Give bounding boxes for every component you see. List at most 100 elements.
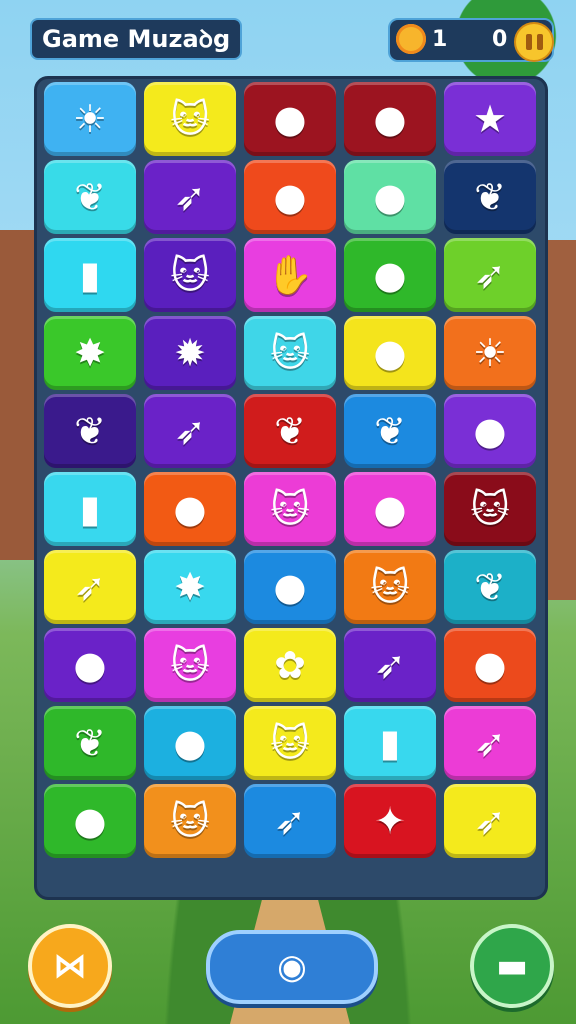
tile-r9-c4[interactable]: ▮ xyxy=(344,706,436,780)
game-title: Game Muzaꝺg xyxy=(30,18,243,60)
tile-r2-c4[interactable]: ● xyxy=(344,160,436,234)
tile-r4-c2[interactable]: ✹ xyxy=(144,316,236,390)
tile-r1-c2[interactable]: 🐱 xyxy=(144,82,236,156)
map-button[interactable]: ⋈ xyxy=(28,924,112,1008)
tile-r7-c2[interactable]: ✸ xyxy=(144,550,236,624)
tile-r8-c5[interactable]: ● xyxy=(444,628,536,702)
refresh-button[interactable]: ◉ xyxy=(206,930,378,1004)
tile-r9-c3[interactable]: 🐱 xyxy=(244,706,336,780)
berry-bird-icon: ● xyxy=(73,799,107,843)
tile-r8-c4[interactable]: ➶ xyxy=(344,628,436,702)
cat-face-icon: 🐱 xyxy=(170,643,210,687)
tile-r8-c2[interactable]: 🐱 xyxy=(144,628,236,702)
berry-stick-icon: ● xyxy=(473,409,507,453)
refresh-icon: ◉ xyxy=(277,947,307,987)
chat-icon: ▬ xyxy=(495,946,529,986)
leaf-stick-icon: ➶ xyxy=(474,253,506,297)
puffer-fish-icon: ✹ xyxy=(174,331,206,375)
tile-r1-c5[interactable]: ★ xyxy=(444,82,536,156)
cat-face-icon: 🐱 xyxy=(270,331,310,375)
leaf-icon: ❦ xyxy=(74,409,106,453)
leaf-icon: ❦ xyxy=(474,565,506,609)
cat-blob-icon: ● xyxy=(173,487,207,531)
chick-icon: ● xyxy=(273,565,307,609)
cat-face-icon: 🐱 xyxy=(470,487,510,531)
pause-icon xyxy=(525,34,532,50)
shell-icon: ❦ xyxy=(374,409,406,453)
tile-r5-c4[interactable]: ❦ xyxy=(344,394,436,468)
tile-r7-c3[interactable]: ● xyxy=(244,550,336,624)
blob-icon: ● xyxy=(473,643,507,687)
pig-face-icon: ● xyxy=(273,175,307,219)
cat-face-icon: 🐱 xyxy=(370,565,410,609)
fish-icon: ➶ xyxy=(474,799,506,843)
sun-creature-icon: ☀ xyxy=(72,97,108,141)
tile-r7-c1[interactable]: ➶ xyxy=(44,550,136,624)
tile-r3-c1[interactable]: ▮ xyxy=(44,238,136,312)
tile-r5-c1[interactable]: ❦ xyxy=(44,394,136,468)
tile-r4-c3[interactable]: 🐱 xyxy=(244,316,336,390)
flame-leaf-icon: ❦ xyxy=(474,175,506,219)
tile-r2-c1[interactable]: ❦ xyxy=(44,160,136,234)
tile-r7-c5[interactable]: ❦ xyxy=(444,550,536,624)
shell-icon: ✦ xyxy=(374,799,406,843)
tile-r5-c3[interactable]: ❦ xyxy=(244,394,336,468)
tile-r10-c1[interactable]: ● xyxy=(44,784,136,858)
tile-r1-c4[interactable]: ● xyxy=(344,82,436,156)
tile-r2-c5[interactable]: ❦ xyxy=(444,160,536,234)
tile-r6-c5[interactable]: 🐱 xyxy=(444,472,536,546)
tile-r5-c2[interactable]: ➶ xyxy=(144,394,236,468)
cat-blob-icon: ● xyxy=(73,643,107,687)
score-bar: 1 0 xyxy=(388,18,554,62)
tile-r4-c4[interactable]: ● xyxy=(344,316,436,390)
berry-stick-icon: ● xyxy=(373,253,407,297)
hand-icon: ✋ xyxy=(266,253,314,297)
berry-fish-icon: ● xyxy=(373,487,407,531)
tile-r9-c1[interactable]: ❦ xyxy=(44,706,136,780)
bird-face-icon: ● xyxy=(273,97,307,141)
tile-r5-c5[interactable]: ● xyxy=(444,394,536,468)
tile-r3-c4[interactable]: ● xyxy=(344,238,436,312)
tile-r4-c1[interactable]: ✸ xyxy=(44,316,136,390)
bottle-icon: ▮ xyxy=(379,721,401,765)
splat-icon: ✸ xyxy=(74,331,106,375)
tile-r10-c5[interactable]: ➶ xyxy=(444,784,536,858)
fish-icon: ● xyxy=(373,175,407,219)
tile-r6-c4[interactable]: ● xyxy=(344,472,436,546)
tile-r2-c3[interactable]: ● xyxy=(244,160,336,234)
tile-r8-c3[interactable]: ✿ xyxy=(244,628,336,702)
tile-r2-c2[interactable]: ➶ xyxy=(144,160,236,234)
map-icon: ⋈ xyxy=(53,946,87,986)
cat-face-icon: 🐱 xyxy=(170,799,210,843)
fish-face-icon: ● xyxy=(373,97,407,141)
tile-r6-c1[interactable]: ▮ xyxy=(44,472,136,546)
orange-arrow-icon: ➶ xyxy=(274,799,306,843)
score-secondary: 0 xyxy=(492,27,508,52)
star-flower-icon: ✸ xyxy=(174,565,206,609)
tile-r4-c5[interactable]: ☀ xyxy=(444,316,536,390)
leaf-icon: ❦ xyxy=(74,175,106,219)
tile-r10-c3[interactable]: ➶ xyxy=(244,784,336,858)
tile-r9-c2[interactable]: ● xyxy=(144,706,236,780)
chat-button[interactable]: ▬ xyxy=(470,924,554,1008)
game-board: ☀ 🐱 ● ● ★ ❦ ➶ ● ● ❦ ▮ 🐱 ✋ ● ➶ ✸ ✹ 🐱 ● ☀ ❦ ➶ ❦ ❦ ● ▮ ● 🐱 ● 🐱 ➶ ✸ ● 🐱 ❦ ● 🐱 ✿ ➶ ●… xyxy=(34,76,548,900)
cat-face-icon: 🐱 xyxy=(170,253,210,297)
tile-r10-c2[interactable]: 🐱 xyxy=(144,784,236,858)
tile-r3-c5[interactable]: ➶ xyxy=(444,238,536,312)
tile-r1-c3[interactable]: ● xyxy=(244,82,336,156)
pause-button[interactable] xyxy=(514,22,554,62)
arrow-icon: ➶ xyxy=(374,643,406,687)
flower-arrow-icon: ✿ xyxy=(274,643,306,687)
tile-r6-c2[interactable]: ● xyxy=(144,472,236,546)
tile-r3-c3[interactable]: ✋ xyxy=(244,238,336,312)
tile-r9-c5[interactable]: ➶ xyxy=(444,706,536,780)
tile-r1-c1[interactable]: ☀ xyxy=(44,82,136,156)
tile-r3-c2[interactable]: 🐱 xyxy=(144,238,236,312)
flame-leaf-icon: ❦ xyxy=(274,409,306,453)
tile-r8-c1[interactable]: ● xyxy=(44,628,136,702)
tile-r6-c3[interactable]: 🐱 xyxy=(244,472,336,546)
bottle-icon: ▮ xyxy=(79,487,101,531)
tile-r10-c4[interactable]: ✦ xyxy=(344,784,436,858)
cat-face-icon: 🐱 xyxy=(270,487,310,531)
tile-r7-c4[interactable]: 🐱 xyxy=(344,550,436,624)
